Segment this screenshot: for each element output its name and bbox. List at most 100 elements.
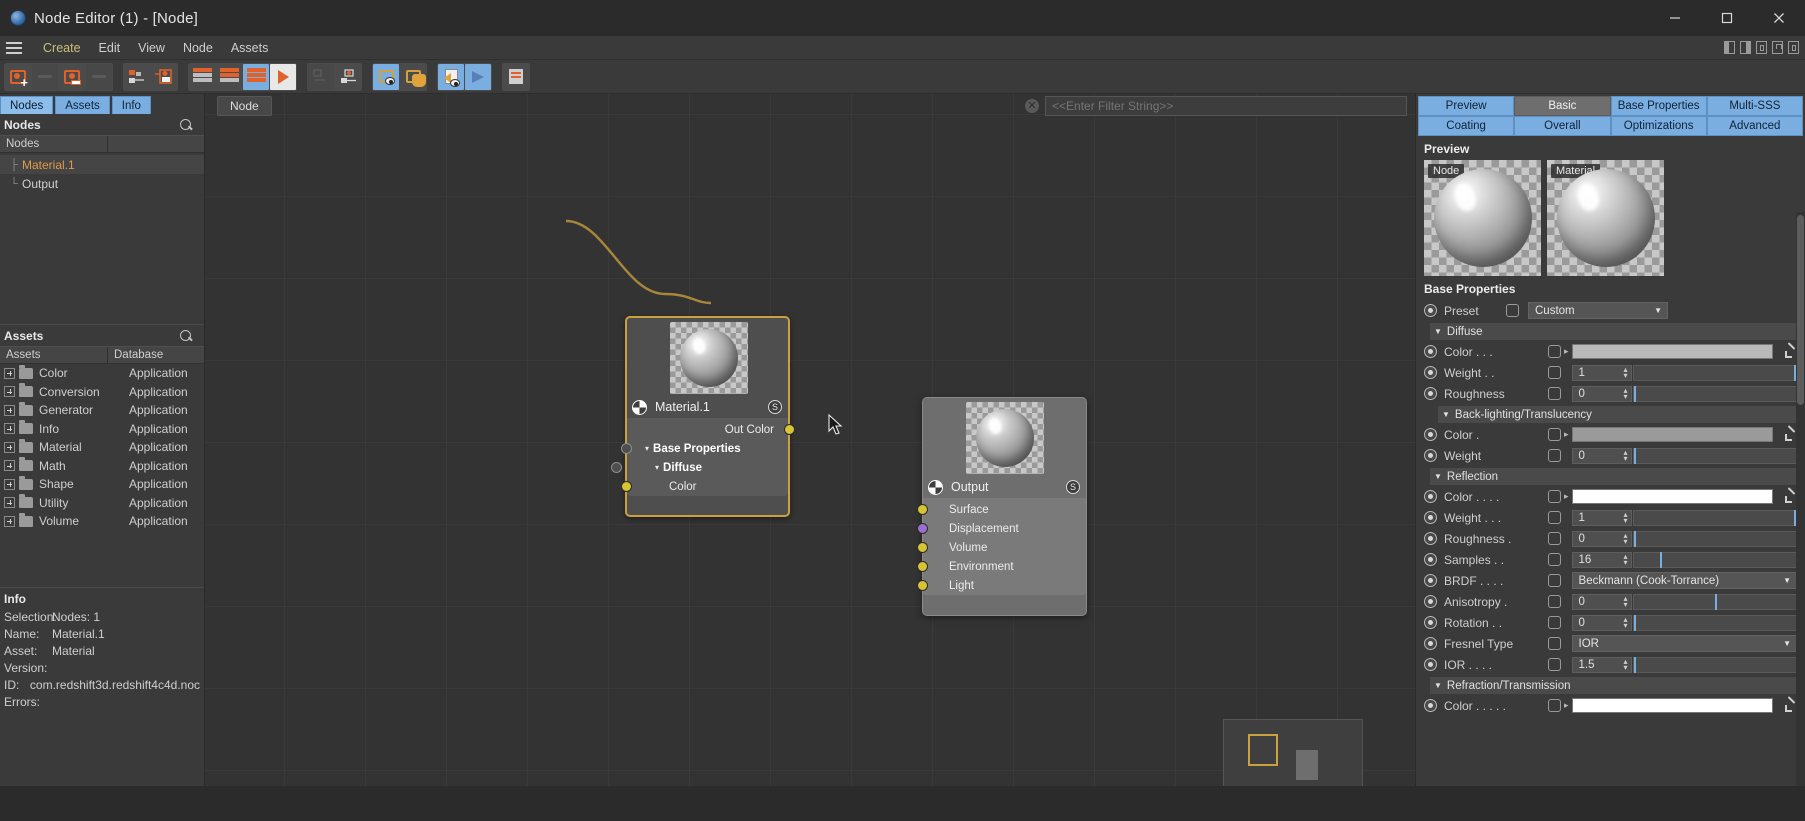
number-input[interactable]: 0 ▴ ▾	[1571, 530, 1632, 547]
expand-icon[interactable]	[4, 386, 15, 398]
chevron-right-icon[interactable]: ▸	[1564, 700, 1569, 711]
link-toggle-button[interactable]	[1548, 532, 1561, 545]
radio-icon[interactable]	[1424, 616, 1437, 629]
lock-icon[interactable]	[1772, 41, 1783, 54]
port-dot-icon[interactable]	[620, 481, 632, 492]
port-row-surface[interactable]: Surface	[916, 500, 1086, 519]
chevron-right-icon[interactable]: ▸	[1564, 429, 1569, 440]
asset-row[interactable]: Info Application	[0, 420, 204, 439]
asset-row[interactable]: Material Application	[0, 438, 204, 457]
asset-row[interactable]: Color Application	[0, 364, 204, 383]
radio-icon[interactable]	[1424, 595, 1437, 608]
section-header-back-lighting-translucency[interactable]: ▼ Back-lighting/Translucency	[1438, 406, 1797, 423]
add-node-button[interactable]: +	[5, 63, 31, 90]
number-input[interactable]: 16 ▴ ▾	[1571, 551, 1632, 568]
node-output[interactable]: Output S Surface Displacement Volume Enviro…	[916, 397, 1087, 616]
node-graph-canvas[interactable]: Node ✕ Material.1 S	[205, 94, 1415, 820]
port-row-light[interactable]: Light	[916, 576, 1086, 595]
expand-icon[interactable]	[4, 441, 15, 453]
slider-knob[interactable]	[1659, 551, 1662, 568]
port-dot-icon[interactable]	[916, 561, 928, 572]
radio-icon[interactable]	[1424, 304, 1437, 317]
node-display-small-button[interactable]	[189, 63, 215, 90]
value-slider[interactable]	[1632, 364, 1797, 381]
link-toggle-button[interactable]	[1548, 511, 1561, 524]
port-dot-icon[interactable]	[783, 424, 795, 435]
menu-create[interactable]: Create	[34, 39, 90, 57]
expand-icon[interactable]	[4, 404, 15, 416]
number-input[interactable]: 0 ▴ ▾	[1571, 385, 1632, 402]
group-port-icon[interactable]	[621, 443, 632, 454]
radio-icon[interactable]	[1424, 490, 1437, 503]
group-nodes-button[interactable]	[124, 63, 150, 90]
number-input[interactable]: 0 ▴ ▾	[1571, 614, 1632, 631]
number-input[interactable]: 0 ▴ ▾	[1571, 593, 1632, 610]
number-input[interactable]: 1 ▴ ▾	[1571, 509, 1632, 526]
expand-icon[interactable]	[4, 497, 15, 509]
expand-icon[interactable]	[4, 367, 15, 379]
link-toggle-button[interactable]	[1548, 387, 1561, 400]
node-badge[interactable]: S	[768, 400, 782, 414]
link-toggle-button[interactable]	[1548, 490, 1561, 503]
asset-row[interactable]: Volume Application	[0, 512, 204, 531]
document-settings-button[interactable]	[503, 63, 529, 90]
page-preview-button[interactable]	[438, 63, 464, 90]
node-material[interactable]: Material.1 S Out Color ▾ Base Properties	[611, 316, 795, 517]
spinner-icon[interactable]: ▴ ▾	[1624, 448, 1628, 462]
slider-knob[interactable]	[1633, 614, 1636, 631]
expand-icon[interactable]	[4, 478, 15, 490]
node-placeholder-1-button[interactable]	[32, 63, 58, 90]
tab-optimizations[interactable]: Optimizations	[1610, 116, 1707, 136]
tab-multi-sss[interactable]: Multi-SSS	[1706, 96, 1803, 116]
value-slider[interactable]	[1632, 593, 1797, 610]
color-swatch[interactable]	[1571, 698, 1773, 713]
preview-material-box[interactable]: Material	[1547, 160, 1664, 276]
radio-icon[interactable]	[1424, 345, 1437, 358]
tab-overall[interactable]: Overall	[1514, 116, 1611, 136]
tab-nodes[interactable]: Nodes	[0, 96, 54, 114]
number-input[interactable]: 1 ▴ ▾	[1571, 364, 1632, 381]
section-header-diffuse[interactable]: ▼ Diffuse	[1430, 323, 1797, 340]
port-row-displacement[interactable]: Displacement	[916, 519, 1086, 538]
node-connect-button[interactable]	[59, 63, 85, 90]
tab-info[interactable]: Info	[111, 96, 151, 114]
node-port-button[interactable]	[335, 63, 361, 90]
asset-row[interactable]: Math Application	[0, 457, 204, 476]
maximize-button[interactable]	[1701, 0, 1753, 36]
spinner-icon[interactable]: ▴ ▾	[1624, 510, 1628, 524]
expand-icon[interactable]	[4, 423, 15, 435]
scrollbar-thumb[interactable]	[1797, 215, 1804, 405]
preset-dropdown[interactable]: Custom ▼	[1528, 302, 1668, 319]
node-display-medium-button[interactable]	[216, 63, 242, 90]
value-slider[interactable]	[1632, 530, 1797, 547]
expand-icon[interactable]	[4, 515, 15, 527]
tree-item-output[interactable]: └ Output	[0, 174, 204, 193]
ungroup-nodes-button[interactable]	[151, 63, 177, 90]
grid-icon[interactable]	[1788, 41, 1799, 54]
asset-row[interactable]: Shape Application	[0, 475, 204, 494]
link-toggle-button[interactable]	[1548, 449, 1561, 462]
breadcrumb[interactable]: Node	[217, 96, 272, 116]
tab-base-properties[interactable]: Base Properties	[1610, 96, 1707, 116]
menu-assets[interactable]: Assets	[222, 39, 278, 57]
link-toggle-button[interactable]	[1548, 366, 1561, 379]
properties-scrollbar[interactable]	[1796, 212, 1805, 820]
slider-knob[interactable]	[1633, 447, 1636, 464]
layout-grid-button[interactable]	[308, 63, 334, 90]
port-dot-icon[interactable]	[916, 542, 928, 553]
radio-icon[interactable]	[1424, 366, 1437, 379]
panel-right-icon[interactable]	[1740, 41, 1751, 54]
tab-assets[interactable]: Assets	[55, 96, 110, 114]
menu-node[interactable]: Node	[174, 39, 222, 57]
link-toggle-button[interactable]	[1548, 699, 1561, 712]
spinner-icon[interactable]: ▴ ▾	[1624, 615, 1628, 629]
radio-icon[interactable]	[1424, 449, 1437, 462]
value-slider[interactable]	[1632, 614, 1797, 631]
color-swatch[interactable]	[1571, 427, 1773, 442]
slider-knob[interactable]	[1633, 656, 1636, 673]
filter-input[interactable]	[1045, 96, 1407, 116]
search-icon[interactable]	[180, 329, 193, 343]
value-slider[interactable]	[1632, 509, 1797, 526]
chevron-right-icon[interactable]: ▸	[1564, 346, 1569, 357]
color-swatch[interactable]	[1571, 489, 1773, 504]
